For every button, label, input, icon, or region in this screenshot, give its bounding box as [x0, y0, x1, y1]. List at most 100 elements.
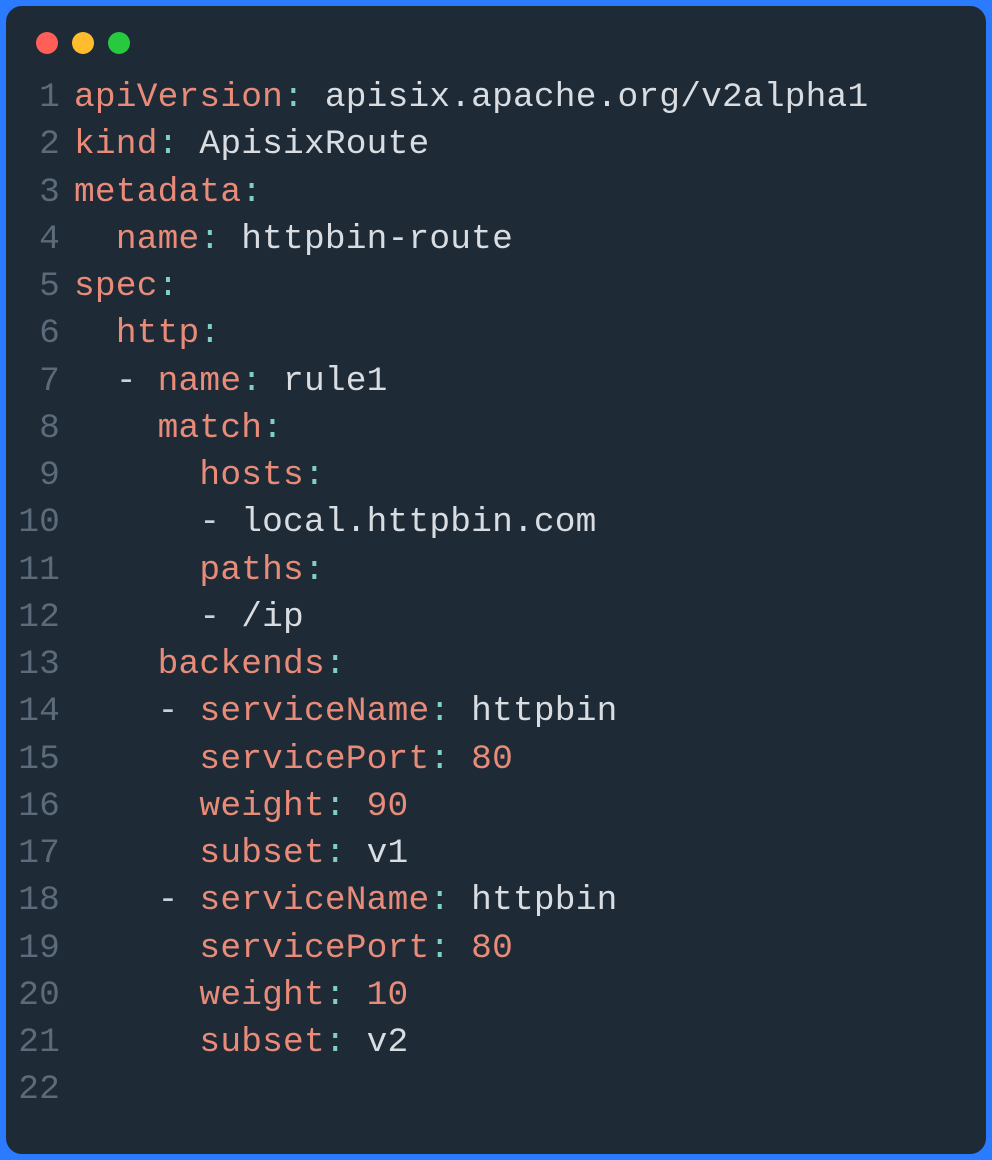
yaml-text [74, 976, 199, 1015]
yaml-text [179, 881, 200, 920]
minimize-icon[interactable] [72, 32, 94, 54]
code-content: - local.httpbin.com [74, 499, 966, 546]
yaml-key: paths [199, 551, 304, 590]
yaml-text [450, 740, 471, 779]
yaml-text [74, 692, 158, 731]
line-number: 16 [16, 783, 74, 830]
yaml-colon: : [304, 456, 325, 495]
code-content: - serviceName: httpbin [74, 877, 966, 924]
code-editor: 1apiVersion: apisix.apache.org/v2alpha1 2… [6, 62, 986, 1154]
yaml-key: name [158, 362, 242, 401]
yaml-text [74, 881, 158, 920]
code-content: weight: 90 [74, 783, 966, 830]
yaml-dash: - [116, 362, 137, 401]
close-icon[interactable] [36, 32, 58, 54]
yaml-text [74, 314, 116, 353]
yaml-number: 80 [471, 929, 513, 968]
yaml-text [346, 976, 367, 1015]
yaml-colon: : [325, 1023, 346, 1062]
yaml-colon: : [429, 929, 450, 968]
line-number: 22 [16, 1066, 74, 1113]
code-content: subset: v2 [74, 1019, 966, 1066]
yaml-key: name [116, 220, 200, 259]
yaml-key: weight [199, 976, 324, 1015]
yaml-number: 10 [367, 976, 409, 1015]
yaml-text [74, 598, 199, 637]
line-number: 3 [16, 169, 74, 216]
line-number: 17 [16, 830, 74, 877]
line-number: 15 [16, 736, 74, 783]
yaml-text [74, 503, 199, 542]
yaml-text: httpbin [450, 692, 617, 731]
code-content: - /ip [74, 594, 966, 641]
yaml-colon: : [325, 787, 346, 826]
code-line: 17 subset: v1 [16, 830, 966, 877]
line-number: 21 [16, 1019, 74, 1066]
yaml-key: http [116, 314, 200, 353]
yaml-dash: - [199, 598, 220, 637]
yaml-colon: : [325, 976, 346, 1015]
yaml-key: match [158, 409, 263, 448]
yaml-text [74, 456, 199, 495]
yaml-text: local.httpbin.com [220, 503, 596, 542]
zoom-icon[interactable] [108, 32, 130, 54]
yaml-text: /ip [220, 598, 304, 637]
yaml-colon: : [429, 881, 450, 920]
code-content: kind: ApisixRoute [74, 121, 966, 168]
code-content: weight: 10 [74, 972, 966, 1019]
line-number: 13 [16, 641, 74, 688]
line-number: 20 [16, 972, 74, 1019]
line-number: 11 [16, 547, 74, 594]
code-line: 5spec: [16, 263, 966, 310]
yaml-key: subset [199, 1023, 324, 1062]
yaml-text: apisix.apache.org/v2alpha1 [304, 78, 868, 117]
code-line: 15 servicePort: 80 [16, 736, 966, 783]
code-line: 9 hosts: [16, 452, 966, 499]
yaml-text: httpbin-route [220, 220, 513, 259]
yaml-colon: : [262, 409, 283, 448]
code-line: 10 - local.httpbin.com [16, 499, 966, 546]
yaml-text: v1 [346, 834, 409, 873]
line-number: 9 [16, 452, 74, 499]
code-content: - name: rule1 [74, 358, 966, 405]
yaml-colon: : [158, 125, 179, 164]
yaml-text [179, 692, 200, 731]
yaml-text [450, 929, 471, 968]
line-number: 18 [16, 877, 74, 924]
code-content: spec: [74, 263, 966, 310]
line-number: 8 [16, 405, 74, 452]
yaml-text: httpbin [450, 881, 617, 920]
yaml-colon: : [304, 551, 325, 590]
code-line: 2kind: ApisixRoute [16, 121, 966, 168]
code-content: http: [74, 310, 966, 357]
yaml-text: v2 [346, 1023, 409, 1062]
code-content: metadata: [74, 169, 966, 216]
yaml-text [74, 929, 199, 968]
yaml-key: apiVersion [74, 78, 283, 117]
yaml-key: weight [199, 787, 324, 826]
yaml-text [74, 740, 199, 779]
code-line: 21 subset: v2 [16, 1019, 966, 1066]
yaml-text [74, 362, 116, 401]
yaml-key: kind [74, 125, 158, 164]
yaml-text [137, 362, 158, 401]
window-titlebar [6, 6, 986, 62]
code-content: paths: [74, 547, 966, 594]
yaml-text [74, 834, 199, 873]
line-number: 12 [16, 594, 74, 641]
yaml-colon: : [241, 173, 262, 212]
code-line: 11 paths: [16, 547, 966, 594]
yaml-key: servicePort [199, 929, 429, 968]
line-number: 1 [16, 74, 74, 121]
yaml-key: serviceName [199, 692, 429, 731]
code-content: match: [74, 405, 966, 452]
line-number: 2 [16, 121, 74, 168]
yaml-colon: : [283, 78, 304, 117]
code-window: 1apiVersion: apisix.apache.org/v2alpha1 2… [0, 0, 992, 1160]
code-line: 16 weight: 90 [16, 783, 966, 830]
yaml-text [74, 220, 116, 259]
yaml-key: hosts [199, 456, 304, 495]
line-number: 7 [16, 358, 74, 405]
yaml-key: spec [74, 267, 158, 306]
line-number: 6 [16, 310, 74, 357]
